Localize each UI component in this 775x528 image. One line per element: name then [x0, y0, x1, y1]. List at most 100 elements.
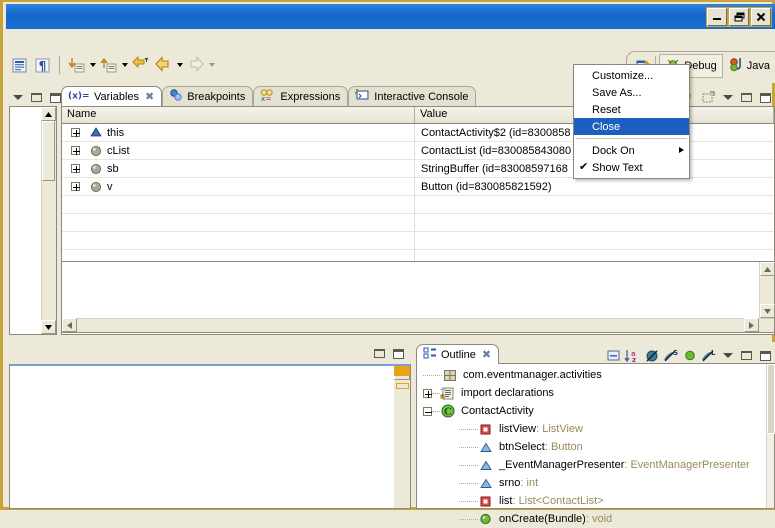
scroll-right-arrow[interactable]: [744, 318, 759, 332]
tab-expressions-label: Expressions: [280, 90, 341, 103]
hide-static-fields-icon[interactable]: S: [662, 347, 679, 364]
tab-variables[interactable]: (x)= Variables ✖: [61, 86, 163, 106]
back-icon[interactable]: [153, 55, 174, 76]
package-icon: [442, 368, 457, 383]
collapse-all-icon[interactable]: [605, 347, 622, 364]
application-window: ¶ Debug Java (x)= Variables ✖ Breakpoint…: [0, 0, 775, 525]
outline-tree-item[interactable]: srno : int: [417, 474, 766, 492]
maximize-icon[interactable]: [757, 347, 774, 364]
scrollbar-thumb[interactable]: [42, 121, 55, 181]
outline-tree-item[interactable]: _EventManagerPresenter : EventManagerPre…: [417, 456, 766, 474]
close-icon[interactable]: ✖: [482, 348, 491, 361]
tab-expressions[interactable]: x = Expressions: [253, 86, 349, 106]
outline-tree-item[interactable]: btnSelect : Button: [417, 438, 766, 456]
expand-toggle[interactable]: [423, 406, 432, 416]
view-menu-icon[interactable]: [9, 89, 26, 106]
minimize-icon[interactable]: [738, 89, 755, 106]
menu-item-show-text[interactable]: ✔ Show Text: [574, 159, 689, 176]
step-into-dropdown-arrow[interactable]: [88, 55, 97, 75]
hide-non-public-members-icon[interactable]: [643, 347, 660, 364]
menu-item-close[interactable]: Close: [574, 118, 689, 135]
restore-button[interactable]: [728, 6, 750, 27]
cell-name[interactable]: this: [62, 124, 415, 141]
variable-detail-pane[interactable]: [61, 261, 775, 333]
new-watch-icon[interactable]: [700, 89, 717, 106]
scroll-down-arrow[interactable]: [41, 320, 56, 334]
column-header-name[interactable]: Name: [62, 107, 415, 123]
scroll-down-arrow[interactable]: [760, 304, 775, 318]
outline-tree-item[interactable]: C ContactActivity: [417, 402, 766, 420]
perspective-java[interactable]: Java: [723, 54, 775, 78]
cell-name[interactable]: v: [62, 178, 415, 195]
expand-toggle[interactable]: [71, 146, 80, 155]
editor-body[interactable]: [9, 364, 411, 509]
minimize-icon[interactable]: [371, 345, 388, 362]
menu-item-save-as[interactable]: Save As...: [574, 84, 689, 101]
expand-toggle[interactable]: [71, 164, 80, 173]
table-row-empty[interactable]: [62, 196, 774, 214]
expand-toggle[interactable]: [71, 128, 80, 137]
hide-local-types-icon[interactable]: L: [700, 347, 717, 364]
svg-text:!: !: [442, 394, 444, 400]
show-whitespace-icon[interactable]: [9, 55, 30, 76]
paragraph-marks-icon[interactable]: ¶: [32, 55, 53, 76]
scroll-up-arrow[interactable]: [41, 107, 56, 121]
menu-item-dock-on[interactable]: Dock On: [574, 142, 689, 159]
left-pane-scrollbar[interactable]: [41, 107, 56, 334]
close-button[interactable]: [750, 6, 772, 27]
outline-tree-item[interactable]: onCreate(Bundle) : void: [417, 510, 766, 528]
outline-tree-item[interactable]: listView : ListView: [417, 420, 766, 438]
sort-alphabetically-icon[interactable]: a z: [624, 347, 641, 364]
scroll-up-arrow[interactable]: [760, 262, 775, 276]
cell-name[interactable]: sb: [62, 160, 415, 177]
toolbar-context-menu[interactable]: Customize... Save As... Reset Close Dock On ✔…: [573, 64, 690, 179]
maximize-icon[interactable]: [390, 345, 407, 362]
menu-item-customize[interactable]: Customize...: [574, 67, 689, 84]
java-perspective-icon: [728, 57, 744, 75]
table-row-empty[interactable]: [62, 232, 774, 250]
table-row-empty[interactable]: [62, 214, 774, 232]
maximize-icon[interactable]: [757, 89, 774, 106]
outline-tree-item[interactable]: list : List<ContactList>: [417, 492, 766, 510]
outline-tree[interactable]: com.eventmanager.activities! import decla…: [417, 364, 766, 525]
menu-item-reset[interactable]: Reset: [574, 101, 689, 118]
tab-interactive-console[interactable]: Interactive Console: [348, 86, 477, 106]
step-return-icon[interactable]: [130, 55, 151, 76]
detail-text-area[interactable]: [62, 262, 759, 318]
outline-tree-item[interactable]: com.eventmanager.activities: [417, 366, 766, 384]
detail-horizontal-scrollbar[interactable]: [62, 318, 774, 332]
class-icon: C: [440, 404, 455, 419]
tab-outline[interactable]: Outline ✖: [416, 344, 500, 364]
cell-value[interactable]: Button (id=830085821592): [415, 181, 774, 193]
outline-tree-item[interactable]: ! import declarations: [417, 384, 766, 402]
step-over-icon[interactable]: [98, 55, 119, 76]
expand-toggle[interactable]: [71, 182, 80, 191]
scroll-left-arrow[interactable]: [62, 318, 77, 332]
outline-scrollbar[interactable]: [766, 364, 775, 508]
expand-toggle[interactable]: [423, 388, 432, 398]
detail-vertical-scrollbar[interactable]: [759, 262, 775, 318]
back-dropdown-arrow[interactable]: [175, 55, 184, 75]
close-icon[interactable]: ✖: [145, 90, 154, 103]
hide-fields-icon[interactable]: [681, 347, 698, 364]
outline-item-label: onCreate(Bundle): [499, 513, 586, 525]
annotation-marker[interactable]: [394, 366, 410, 376]
minimize-icon[interactable]: [738, 347, 755, 364]
step-into-icon[interactable]: [66, 55, 87, 76]
minimize-icon[interactable]: [28, 89, 45, 106]
step-over-dropdown-arrow[interactable]: [120, 55, 129, 75]
editor-scrollbar[interactable]: [394, 366, 410, 508]
annotation-box[interactable]: [396, 383, 409, 389]
view-menu-icon[interactable]: [719, 89, 736, 106]
tab-breakpoints[interactable]: Breakpoints: [162, 86, 254, 106]
local-variable-icon: [89, 144, 103, 158]
variable-name: v: [107, 180, 113, 193]
toolbar-separator: [59, 56, 60, 74]
method-public-icon: [478, 512, 493, 527]
table-row[interactable]: v Button (id=830085821592): [62, 178, 774, 196]
outline-item-label: btnSelect: [499, 441, 545, 453]
view-menu-icon[interactable]: [719, 347, 736, 364]
outline-body[interactable]: com.eventmanager.activities! import decla…: [416, 363, 775, 525]
cell-name[interactable]: cList: [62, 142, 415, 159]
minimize-button[interactable]: [706, 6, 728, 27]
